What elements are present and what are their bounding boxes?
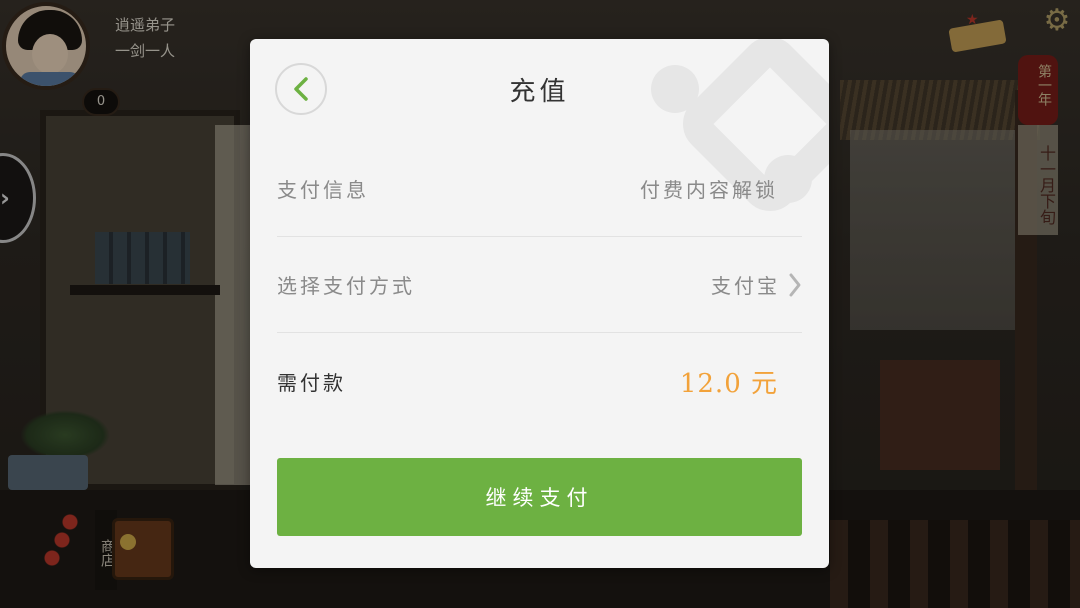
amount-due-label: 需付款: [277, 370, 346, 395]
payment-method-label: 选择支付方式: [277, 274, 415, 298]
amount-due-value: 12.0 元: [679, 368, 778, 399]
chevron-right-icon: [789, 273, 801, 296]
payment-method-value: 支付宝: [711, 274, 780, 298]
payment-method-value-wrap: 支付宝: [711, 270, 802, 299]
payment-method-row[interactable]: 选择支付方式 支付宝: [277, 237, 802, 333]
payment-info-value: 付费内容解锁: [640, 178, 778, 202]
payment-info-row: 支付信息 付费内容解锁: [277, 141, 802, 237]
amount-due-row: 需付款 12.0 元: [277, 333, 802, 429]
payment-dialog: 充值 支付信息 付费内容解锁 选择支付方式 支付宝 需付款 12.0 元 继续支…: [250, 39, 829, 568]
payment-info-label: 支付信息: [277, 178, 369, 202]
continue-payment-button[interactable]: 继续支付: [277, 458, 802, 536]
dialog-title: 充值: [509, 77, 570, 107]
